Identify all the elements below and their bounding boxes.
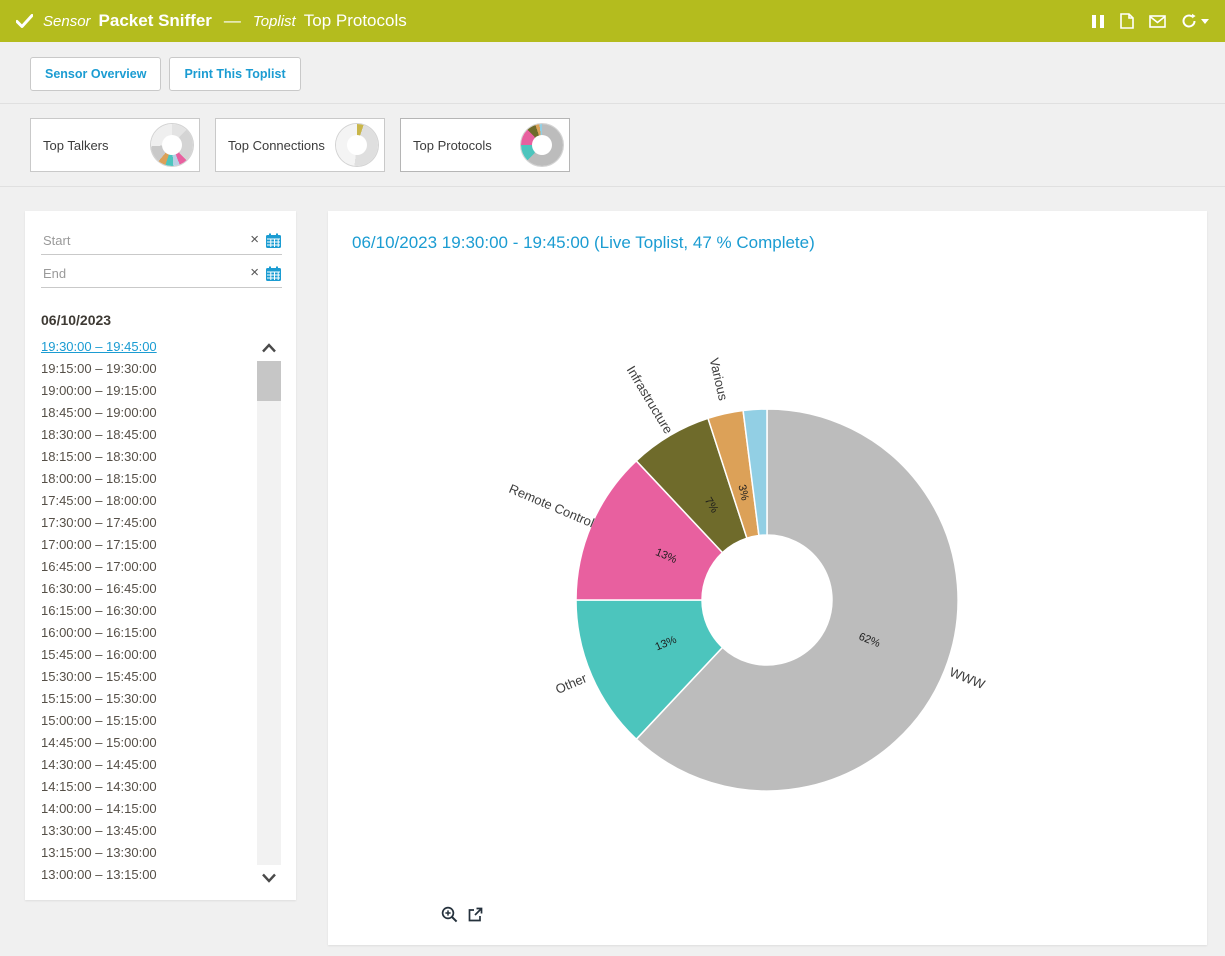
pie-name-label: Various [707,356,731,402]
caret-down-icon[interactable] [1201,19,1209,24]
chart-actions [441,906,483,923]
time-range-item[interactable]: 15:30:00 – 15:45:00 [41,665,254,687]
protocol-donut-chart: 62%WWW13%Other13%Remote Control7%Infrast… [328,267,1207,917]
entity-name-label[interactable]: Packet Sniffer [99,11,212,31]
toolbar: Sensor Overview Print This Toplist [30,57,301,91]
start-date-input[interactable] [41,232,246,249]
time-range-item[interactable]: 17:00:00 – 17:15:00 [41,533,254,555]
chart-title: 06/10/2023 19:30:00 - 19:45:00 (Live Top… [352,233,815,253]
time-range-list: 19:30:00 – 19:45:0019:15:00 – 19:30:0019… [41,335,254,891]
refresh-icon[interactable] [1181,13,1209,29]
date-heading: 06/10/2023 [41,312,282,328]
report-icon[interactable] [1120,13,1134,29]
scrollbar-track[interactable] [257,361,281,865]
time-range-item[interactable]: 17:30:00 – 17:45:00 [41,511,254,533]
time-range-item[interactable]: 14:30:00 – 14:45:00 [41,753,254,775]
pause-icon[interactable] [1091,14,1105,29]
tab-top-connections[interactable]: Top Connections [215,118,385,172]
print-toplist-button[interactable]: Print This Toplist [169,57,300,91]
end-date-input[interactable] [41,265,246,282]
entity-type-label: Sensor [43,13,91,30]
tab-label: Top Connections [228,138,325,153]
chevron-down-icon[interactable] [261,865,277,891]
zoom-in-icon[interactable] [441,906,458,923]
section-name-label: Top Protocols [304,11,407,31]
scrollbar-thumb[interactable] [257,361,281,401]
pie-name-label: Remote Control [507,481,597,530]
clear-end-icon[interactable]: × [250,265,259,280]
divider [0,103,1225,104]
sensor-overview-button[interactable]: Sensor Overview [30,57,161,91]
time-range-item[interactable]: 15:15:00 – 15:30:00 [41,687,254,709]
time-range-item[interactable]: 14:45:00 – 15:00:00 [41,731,254,753]
time-range-item[interactable]: 15:00:00 – 15:15:00 [41,709,254,731]
toplist-tabs: Top Talkers Top Connections Top Protocol… [0,118,1225,172]
time-range-item[interactable]: 13:30:00 – 13:45:00 [41,819,254,841]
tab-label: Top Protocols [413,138,492,153]
time-range-item[interactable]: 18:15:00 – 18:30:00 [41,445,254,467]
time-range-item[interactable]: 14:00:00 – 14:15:00 [41,797,254,819]
end-date-row: × [41,260,282,288]
time-range-item[interactable]: 19:15:00 – 19:30:00 [41,357,254,379]
pie-name-label: WWW [947,664,987,692]
open-external-icon[interactable] [467,906,483,923]
section-type-label: Toplist [253,13,296,30]
header-bar: Sensor Packet Sniffer — Toplist Top Prot… [0,0,1225,42]
email-icon[interactable] [1149,15,1166,28]
time-range-item[interactable]: 15:45:00 – 16:00:00 [41,643,254,665]
start-calendar-icon[interactable] [265,233,282,249]
time-range-item[interactable]: 16:15:00 – 16:30:00 [41,599,254,621]
time-range-item[interactable]: 16:30:00 – 16:45:00 [41,577,254,599]
time-range-item[interactable]: 19:00:00 – 19:15:00 [41,379,254,401]
end-calendar-icon[interactable] [265,266,282,282]
time-range-item[interactable]: 18:45:00 – 19:00:00 [41,401,254,423]
top-protocols-chart-icon [521,124,563,166]
timeline-panel: × × 06/10/2023 19:30:00 – 19:45:0019:15:… [25,211,296,900]
start-date-row: × [41,227,282,255]
time-range-item[interactable]: 14:15:00 – 14:30:00 [41,775,254,797]
time-range-item[interactable]: 18:00:00 – 18:15:00 [41,467,254,489]
check-icon [16,14,33,28]
tab-top-protocols[interactable]: Top Protocols [400,118,570,172]
tab-label: Top Talkers [43,138,109,153]
clear-start-icon[interactable]: × [250,232,259,247]
pie-name-label: Infrastructure [624,363,676,436]
pie-name-label: Other [553,670,589,697]
chevron-up-icon[interactable] [261,335,277,361]
divider [0,186,1225,187]
time-range-item[interactable]: 17:45:00 – 18:00:00 [41,489,254,511]
time-range-item[interactable]: 16:45:00 – 17:00:00 [41,555,254,577]
top-connections-chart-icon [336,124,378,166]
time-range-item[interactable]: 18:30:00 – 18:45:00 [41,423,254,445]
time-range-item[interactable]: 13:15:00 – 13:30:00 [41,841,254,863]
time-range-item[interactable]: 16:00:00 – 16:15:00 [41,621,254,643]
tab-top-talkers[interactable]: Top Talkers [30,118,200,172]
top-talkers-chart-icon [151,124,193,166]
time-range-item[interactable]: 19:30:00 – 19:45:00 [41,335,254,357]
scrollbar [256,335,282,891]
time-range-item[interactable]: 13:00:00 – 13:15:00 [41,863,254,885]
toplist-panel: 06/10/2023 19:30:00 - 19:45:00 (Live Top… [328,211,1207,945]
header-separator: — [224,11,241,31]
